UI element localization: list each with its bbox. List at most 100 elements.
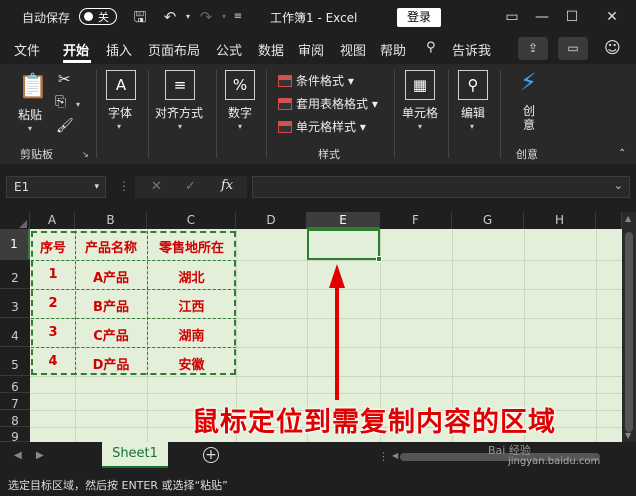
scroll-left-icon[interactable]: ◀ <box>392 451 398 460</box>
undo-dropdown-icon[interactable]: ▾ <box>178 7 198 27</box>
cells-label[interactable]: 单元格 <box>402 104 438 121</box>
creative-label[interactable]: 创意 <box>523 104 537 132</box>
row-header-2[interactable]: 2 <box>0 260 30 289</box>
comments-icon[interactable]: ▭ <box>558 37 588 60</box>
menu-home[interactable]: 开始 <box>63 40 89 59</box>
font-label[interactable]: 字体 <box>108 104 132 121</box>
share-icon[interactable]: ⇪ <box>518 37 548 60</box>
collapse-ribbon-icon[interactable]: ⌃ <box>618 148 626 159</box>
clipboard-launcher-icon[interactable]: ↘ <box>82 150 89 159</box>
autosave-toggle[interactable]: 关 <box>79 8 117 25</box>
menu-insert[interactable]: 插入 <box>106 40 132 59</box>
login-button[interactable]: 登录 <box>397 8 441 27</box>
active-cell-e1[interactable] <box>307 229 380 260</box>
scroll-up-icon[interactable]: ▲ <box>625 214 631 223</box>
vertical-scroll-thumb[interactable] <box>625 232 633 432</box>
editing-label[interactable]: 编辑 <box>461 104 485 121</box>
paste-dropdown-icon[interactable]: ▾ <box>28 124 32 133</box>
name-box[interactable]: E1 ▾ <box>6 176 106 198</box>
alignment-dropdown-icon[interactable]: ▾ <box>178 122 182 131</box>
paste-button-label[interactable]: 粘贴 <box>18 106 42 123</box>
menu-help[interactable]: 帮助 <box>380 40 406 59</box>
marquee-divider <box>31 347 236 348</box>
row-header-9[interactable]: 9 <box>0 427 30 444</box>
column-header-e[interactable]: E <box>307 212 380 229</box>
vertical-scrollbar[interactable]: ▲ ▼ <box>622 212 636 442</box>
copy-icon[interactable]: ⎘ <box>55 94 66 110</box>
undo-icon[interactable]: ↶ <box>160 7 180 27</box>
cell-styles-button[interactable]: 单元格样式 ▾ <box>278 118 366 135</box>
close-icon[interactable]: ✕ <box>600 6 624 28</box>
cells-icon[interactable]: ▦ <box>405 70 435 100</box>
number-dropdown-icon[interactable]: ▾ <box>238 122 242 131</box>
cut-icon[interactable]: ✂ <box>58 70 71 88</box>
redo-icon[interactable]: ↷ <box>196 7 216 27</box>
row-header-5[interactable]: 5 <box>0 347 30 376</box>
ribbon-display-icon[interactable]: ▭ <box>500 6 524 28</box>
conditional-formatting-button[interactable]: 条件格式 ▾ <box>278 72 354 89</box>
search-icon[interactable]: ⚲ <box>426 40 436 55</box>
row-header-8[interactable]: 8 <box>0 410 30 428</box>
tab-next-icon[interactable]: ▶ <box>36 450 44 461</box>
ribbon-separator <box>148 70 149 158</box>
maximize-icon[interactable]: ☐ <box>560 6 584 28</box>
column-header-c[interactable]: C <box>147 212 236 229</box>
scroll-down-icon[interactable]: ▼ <box>625 431 631 440</box>
column-header-g[interactable]: G <box>452 212 524 229</box>
enter-icon[interactable]: ✓ <box>185 179 196 194</box>
format-as-table-button[interactable]: 套用表格格式 ▾ <box>278 95 378 112</box>
insert-function-icon[interactable]: fx <box>221 178 233 193</box>
copy-dropdown-icon[interactable]: ▾ <box>76 100 80 109</box>
conditional-formatting-label: 条件格式 <box>296 74 345 88</box>
tab-sheet1[interactable]: Sheet1 <box>102 442 168 468</box>
cancel-icon[interactable]: ✕ <box>151 179 162 194</box>
column-header-partial[interactable] <box>596 212 622 229</box>
save-icon[interactable]: 🖫 <box>130 7 150 27</box>
tell-me[interactable]: 告诉我 <box>452 40 491 59</box>
font-dropdown-icon[interactable]: ▾ <box>117 122 121 131</box>
formula-input[interactable]: ⌄ <box>252 176 630 198</box>
tab-split-grip-icon[interactable]: ⋮ <box>378 450 389 463</box>
watermark-url: jingyan.baidu.com <box>508 456 601 467</box>
expand-formula-icon[interactable]: ⌄ <box>614 179 623 192</box>
menu-data[interactable]: 数据 <box>258 40 284 59</box>
row-header-7[interactable]: 7 <box>0 393 30 411</box>
number-format-icon[interactable]: % <box>225 70 255 100</box>
number-label[interactable]: 数字 <box>228 104 252 121</box>
menu-formulas[interactable]: 公式 <box>216 40 242 59</box>
fill-handle[interactable] <box>376 256 382 262</box>
creative-lightning-icon[interactable]: ⚡ <box>520 68 537 96</box>
menu-page-layout[interactable]: 页面布局 <box>148 40 200 59</box>
font-icon[interactable]: A <box>106 70 136 100</box>
editing-dropdown-icon[interactable]: ▾ <box>470 122 474 131</box>
row-header-4[interactable]: 4 <box>0 318 30 347</box>
column-header-h[interactable]: H <box>524 212 596 229</box>
alignment-label[interactable]: 对齐方式 <box>155 104 203 121</box>
menu-view[interactable]: 视图 <box>340 40 366 59</box>
autosave-state: 关 <box>98 11 109 24</box>
menu-review[interactable]: 审阅 <box>298 40 324 59</box>
column-header-a[interactable]: A <box>30 212 75 229</box>
add-sheet-icon[interactable]: + <box>203 447 219 463</box>
row-header-3[interactable]: 3 <box>0 289 30 318</box>
editing-icon[interactable]: ⚲ <box>458 70 488 100</box>
menu-file[interactable]: 文件 <box>14 40 40 59</box>
customize-toolbar-icon[interactable]: ≡ <box>228 7 248 27</box>
select-all-corner[interactable] <box>0 212 30 229</box>
row-header-1[interactable]: 1 <box>0 229 30 260</box>
column-header-d[interactable]: D <box>236 212 307 229</box>
minimize-icon[interactable]: — <box>530 6 554 28</box>
cells-dropdown-icon[interactable]: ▾ <box>418 122 422 131</box>
annotation-text: 鼠标定位到需复制内容的区域 <box>192 407 556 438</box>
row-header-6[interactable]: 6 <box>0 376 30 394</box>
paste-icon[interactable]: 📋 <box>18 72 48 100</box>
format-painter-icon[interactable]: 🖌 <box>56 118 74 134</box>
column-header-b[interactable]: B <box>75 212 147 229</box>
tab-prev-icon[interactable]: ◀ <box>14 450 22 461</box>
column-header-f[interactable]: F <box>380 212 452 229</box>
alignment-icon[interactable]: ≡ <box>165 70 195 100</box>
name-box-dropdown-icon[interactable]: ▾ <box>94 177 99 197</box>
ribbon-separator <box>216 70 217 158</box>
ribbon-separator <box>266 70 267 158</box>
feedback-icon[interactable]: ☺ <box>604 38 621 57</box>
